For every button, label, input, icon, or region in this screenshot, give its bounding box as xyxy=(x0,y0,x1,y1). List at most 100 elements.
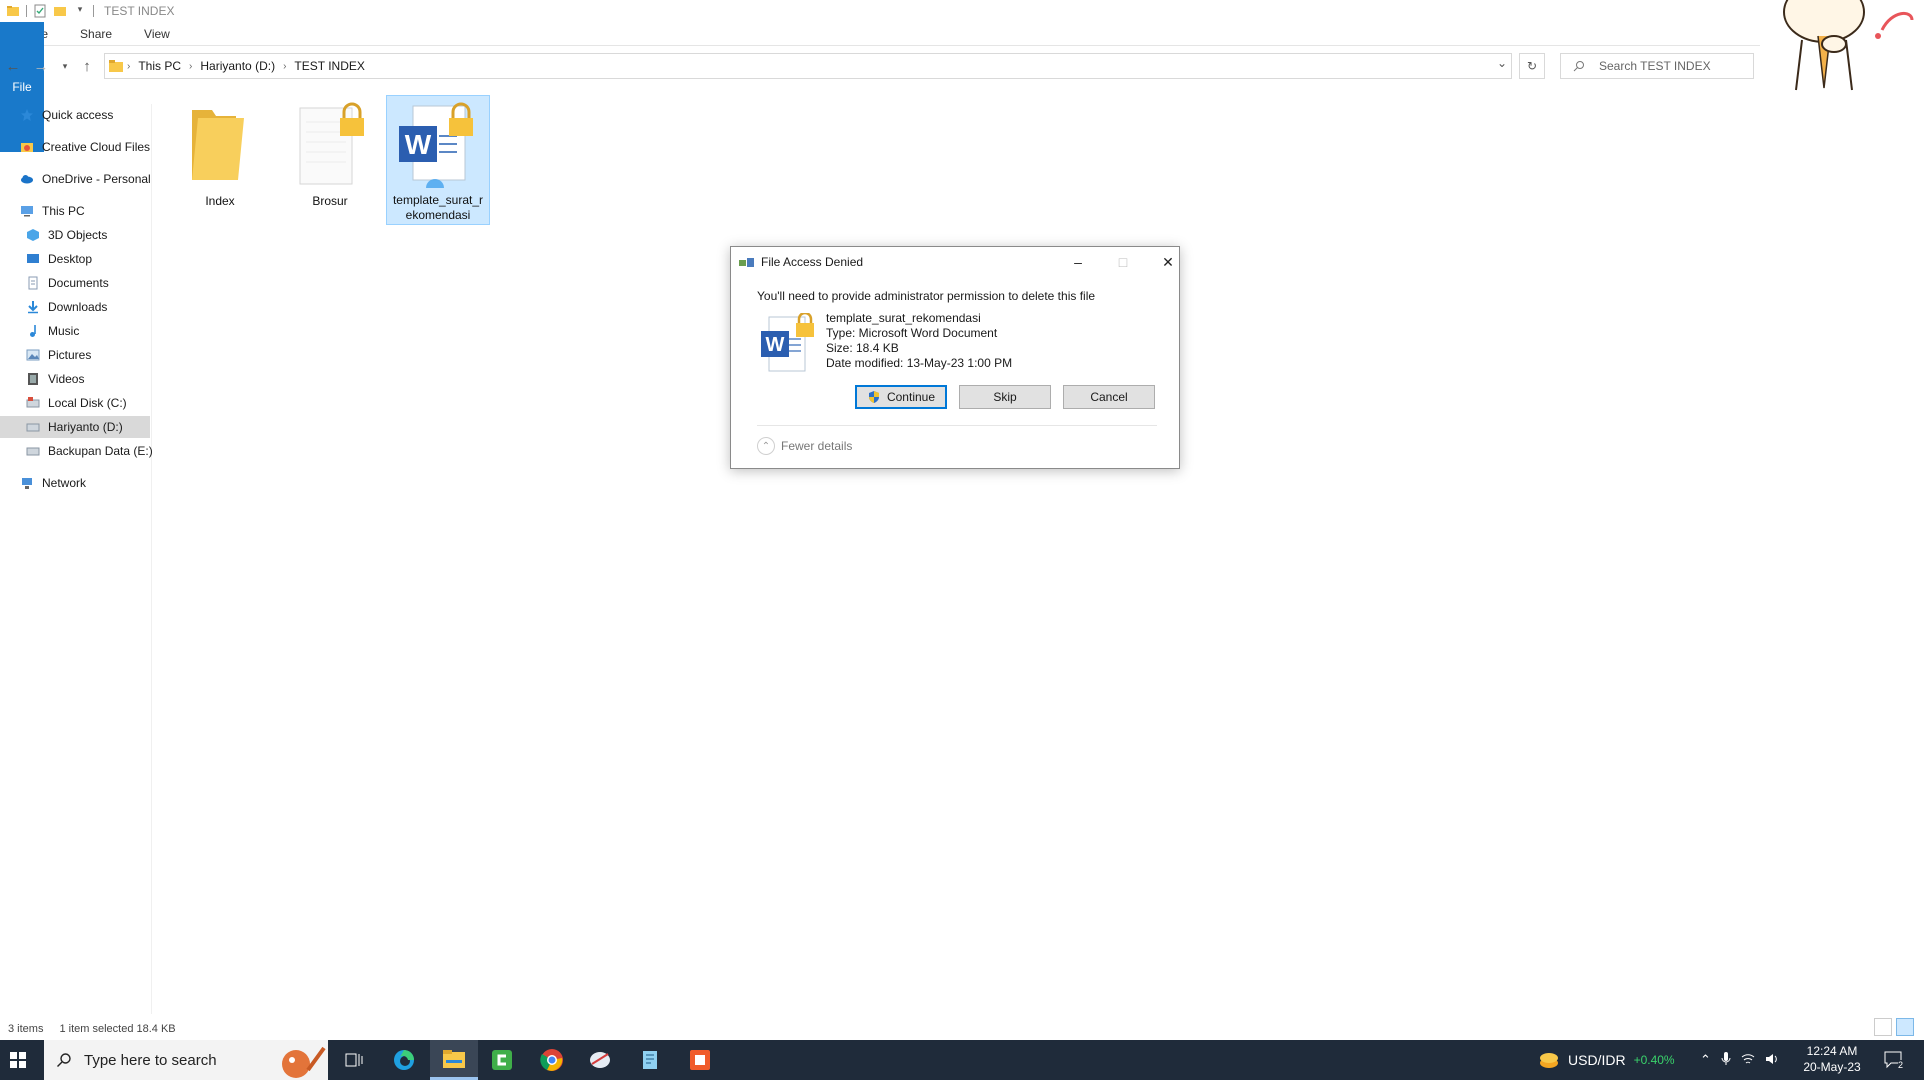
taskbar-app-recorder[interactable] xyxy=(676,1040,724,1080)
selection-info: 1 item selected 18.4 KB xyxy=(59,1023,176,1035)
taskbar-app-edge[interactable] xyxy=(380,1040,428,1080)
large-icons-view-icon[interactable] xyxy=(1896,1018,1914,1036)
sidebar-item-quick-access[interactable]: Quick access xyxy=(20,104,113,126)
wifi-icon[interactable] xyxy=(1741,1053,1755,1068)
up-arrow-icon[interactable]: ↑ xyxy=(76,55,98,77)
dialog-message: You'll need to provide administrator per… xyxy=(757,289,1096,303)
toolbar-separator xyxy=(93,5,94,17)
breadcrumb-chevron-icon[interactable]: › xyxy=(123,61,134,72)
file-item-brosur[interactable]: Brosur xyxy=(278,96,382,226)
svg-text:W: W xyxy=(766,334,785,356)
sidebar-item-hariyanto-d[interactable]: Hariyanto (D:) xyxy=(0,416,150,438)
sidebar-item-label: Pictures xyxy=(48,348,92,362)
sidebar-item-onedrive[interactable]: OneDrive - Personal xyxy=(20,168,151,190)
snipping-tool-icon xyxy=(590,1052,610,1068)
breadcrumb-this-pc[interactable]: This PC xyxy=(134,59,185,73)
clock-date: 20-May-23 xyxy=(1803,1060,1861,1074)
chevron-up-icon: ⌃ xyxy=(757,437,775,455)
skip-button[interactable]: Skip xyxy=(959,385,1051,409)
taskbar-app-file-explorer[interactable] xyxy=(430,1040,478,1080)
recent-locations-chevron-icon[interactable]: ▾ xyxy=(54,55,76,77)
dialog-title: File Access Denied xyxy=(761,255,864,269)
taskbar-app-snipping[interactable] xyxy=(576,1040,624,1080)
uac-shield-icon xyxy=(868,391,879,403)
back-arrow-icon[interactable]: ← xyxy=(2,55,24,77)
sidebar-item-3d-objects[interactable]: 3D Objects xyxy=(26,224,107,246)
taskbar-app-notes[interactable] xyxy=(626,1040,674,1080)
dialog-file-size: Size: 18.4 KB xyxy=(826,341,899,355)
address-bar[interactable]: › This PC › Hariyanto (D:) › TEST INDEX … xyxy=(104,53,1512,79)
locked-document-icon xyxy=(299,102,364,185)
microphone-icon[interactable] xyxy=(1721,1051,1731,1069)
cancel-button[interactable]: Cancel xyxy=(1063,385,1155,409)
sidebar-item-documents[interactable]: Documents xyxy=(26,272,109,294)
search-icon xyxy=(57,1053,71,1067)
customize-quick-access-icon[interactable]: ▾ xyxy=(73,4,87,18)
sidebar-item-label: OneDrive - Personal xyxy=(42,172,151,186)
new-folder-icon[interactable] xyxy=(53,4,67,18)
camtasia-icon xyxy=(492,1050,512,1070)
taskbar-app-chrome[interactable] xyxy=(528,1040,576,1080)
currency-ticker-widget[interactable]: USD/IDR +0.40% xyxy=(1538,1040,1675,1080)
notification-center-button[interactable]: 2 xyxy=(1872,1040,1916,1080)
details-view-icon[interactable] xyxy=(1874,1018,1892,1036)
taskbar-search-box[interactable]: Type here to search xyxy=(44,1040,328,1080)
sidebar-item-desktop[interactable]: Desktop xyxy=(26,248,92,270)
dialog-file-modified: Date modified: 13-May-23 1:00 PM xyxy=(826,356,1013,370)
continue-button[interactable]: Continue xyxy=(855,385,947,409)
file-item-index-folder[interactable]: Index xyxy=(168,96,272,226)
chevron-up-icon[interactable]: ⌃ xyxy=(1700,1052,1711,1068)
system-tray: ⌃ xyxy=(1700,1040,1779,1080)
breadcrumb-chevron-icon[interactable]: › xyxy=(279,61,290,72)
start-button[interactable] xyxy=(0,1040,36,1080)
drive-icon xyxy=(26,423,40,432)
forward-arrow-icon[interactable]: → xyxy=(30,55,52,77)
sidebar-item-videos[interactable]: Videos xyxy=(26,368,84,390)
minimize-icon[interactable]: – xyxy=(1063,251,1093,273)
sidebar-item-music[interactable]: Music xyxy=(26,320,79,342)
sidebar-item-backupan-data-e[interactable]: Backupan Data (E:) xyxy=(26,440,153,462)
taskbar-clock[interactable]: 12:24 AM 20-May-23 xyxy=(1796,1043,1868,1075)
sidebar-item-label: Hariyanto (D:) xyxy=(48,420,123,434)
svg-text:W: W xyxy=(405,129,432,160)
edge-browser-icon xyxy=(394,1050,414,1070)
sidebar-item-label: Documents xyxy=(48,276,109,290)
sidebar-item-label: Videos xyxy=(48,372,85,386)
sidebar-item-label: Backupan Data (E:) xyxy=(48,444,153,458)
breadcrumb-current-folder[interactable]: TEST INDEX xyxy=(290,59,368,73)
sidebar-item-pictures[interactable]: Pictures xyxy=(26,344,91,366)
speaker-volume-icon[interactable] xyxy=(1765,1053,1779,1068)
sidebar-item-label: 3D Objects xyxy=(48,228,108,242)
sidebar-item-local-disk-c[interactable]: Local Disk (C:) xyxy=(26,392,127,414)
sidebar-item-creative-cloud[interactable]: Creative Cloud Files xyxy=(20,136,150,158)
taskbar-app-camtasia[interactable] xyxy=(478,1040,526,1080)
file-item-template-surat-rekomendasi[interactable]: W template_surat_r ekomendasi xyxy=(386,95,490,225)
sidebar-item-downloads[interactable]: Downloads xyxy=(26,296,107,318)
sidebar-item-this-pc[interactable]: This PC xyxy=(20,200,85,222)
breadcrumb-drive[interactable]: Hariyanto (D:) xyxy=(196,59,279,73)
cartoon-character-sticker xyxy=(1783,0,1914,91)
notes-app-icon xyxy=(643,1051,657,1069)
breadcrumb-chevron-icon[interactable]: › xyxy=(185,61,196,72)
sidebar-item-label: Desktop xyxy=(48,252,93,266)
navigation-bar: ← → ▾ ↑ › This PC › Hariyanto (D:) › TES… xyxy=(0,50,1760,82)
sidebar-item-label: Music xyxy=(48,324,80,338)
search-box[interactable]: Search TEST INDEX xyxy=(1560,53,1754,79)
maximize-icon: □ xyxy=(1118,254,1128,270)
taskbar: Type here to search USD/IDR +0.40% ⌃ 12:… xyxy=(0,1040,1924,1080)
fewer-details-toggle[interactable]: ⌃ Fewer details xyxy=(757,437,852,455)
close-icon[interactable]: ✕ xyxy=(1153,251,1183,273)
task-view-button[interactable] xyxy=(330,1040,378,1080)
ticker-change: +0.40% xyxy=(1633,1053,1675,1067)
properties-icon[interactable] xyxy=(33,4,47,18)
sidebar-item-label: This PC xyxy=(42,204,85,218)
refresh-button[interactable]: ↻ xyxy=(1519,53,1545,79)
address-dropdown-chevron-icon[interactable]: ⌄ xyxy=(1497,56,1507,70)
document-icon xyxy=(28,276,38,290)
search-highlight-illustration-icon xyxy=(282,1046,326,1078)
sidebar-item-network[interactable]: Network xyxy=(20,472,86,494)
tab-view[interactable]: View xyxy=(128,22,186,45)
desktop-icon xyxy=(27,254,39,263)
file-access-denied-dialog: File Access Denied – □ ✕ You'll need to … xyxy=(730,246,1180,469)
tab-share[interactable]: Share xyxy=(64,22,128,45)
